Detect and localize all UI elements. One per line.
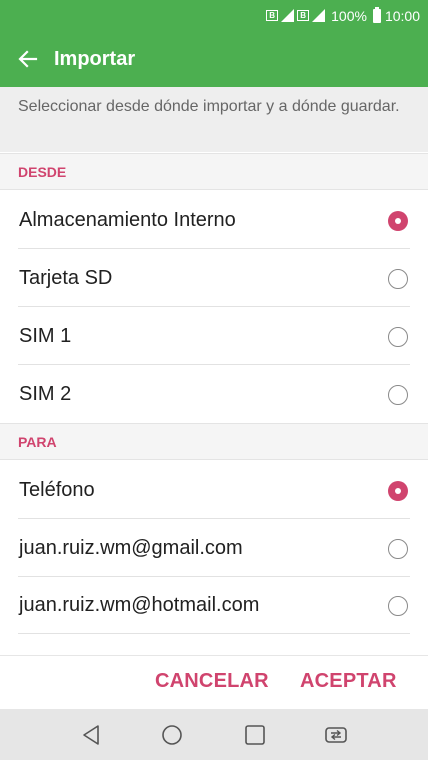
option-tarjeta-sd[interactable]: Tarjeta SD: [0, 250, 428, 307]
option-sim-1[interactable]: SIM 1: [0, 308, 428, 365]
cancel-button[interactable]: CANCELAR: [155, 670, 269, 693]
divider: [18, 364, 410, 365]
app-bar: Importar: [0, 31, 428, 87]
option-hotmail[interactable]: juan.ruiz.wm@hotmail.com: [0, 577, 428, 634]
page-title: Importar: [54, 47, 136, 70]
option-label: SIM 2: [19, 383, 72, 405]
divider: [18, 633, 410, 634]
navigation-bar: [0, 709, 428, 760]
divider: [18, 306, 410, 307]
footer-divider: [0, 655, 428, 656]
radio-unchecked-icon[interactable]: [388, 595, 408, 616]
radio-checked-icon[interactable]: [388, 210, 408, 231]
option-label: Teléfono: [19, 479, 95, 501]
divider: [18, 518, 410, 519]
recents-square-icon[interactable]: [242, 722, 268, 748]
option-telefono[interactable]: Teléfono: [0, 462, 428, 519]
dual-window-icon[interactable]: [323, 722, 349, 748]
radio-checked-icon[interactable]: [388, 480, 408, 501]
option-almacenamiento-interno[interactable]: Almacenamiento Interno: [0, 192, 428, 249]
status-bar: B B 100% 10:00: [0, 0, 428, 31]
option-sim-2[interactable]: SIM 2: [0, 366, 428, 423]
option-label: juan.ruiz.wm@gmail.com: [19, 537, 243, 559]
radio-unchecked-icon[interactable]: [388, 268, 408, 289]
home-circle-icon[interactable]: [159, 722, 185, 748]
radio-unchecked-icon[interactable]: [388, 538, 408, 559]
network-indicator-2: B: [297, 10, 310, 21]
signal-icon-2: [312, 9, 326, 22]
network-indicator-1: B: [266, 10, 279, 21]
divider: [18, 248, 410, 249]
radio-unchecked-icon[interactable]: [388, 326, 408, 347]
back-triangle-icon[interactable]: [78, 722, 104, 748]
option-label: Tarjeta SD: [19, 267, 113, 289]
section-header-para: PARA: [0, 423, 428, 460]
accept-button[interactable]: ACEPTAR: [300, 670, 397, 693]
description-text: Seleccionar desde dónde importar y a dón…: [0, 87, 428, 152]
option-label: Almacenamiento Interno: [19, 209, 236, 231]
battery-icon: [372, 6, 381, 23]
radio-unchecked-icon[interactable]: [388, 384, 408, 405]
option-label: SIM 1: [19, 325, 72, 347]
battery-percent: 100%: [331, 7, 367, 24]
section-header-desde: DESDE: [0, 153, 428, 190]
arrow-left-icon[interactable]: [18, 49, 38, 69]
option-label: juan.ruiz.wm@hotmail.com: [19, 594, 260, 616]
option-gmail[interactable]: juan.ruiz.wm@gmail.com: [0, 520, 428, 577]
clock: 10:00: [384, 7, 420, 24]
signal-icon: [281, 9, 295, 22]
